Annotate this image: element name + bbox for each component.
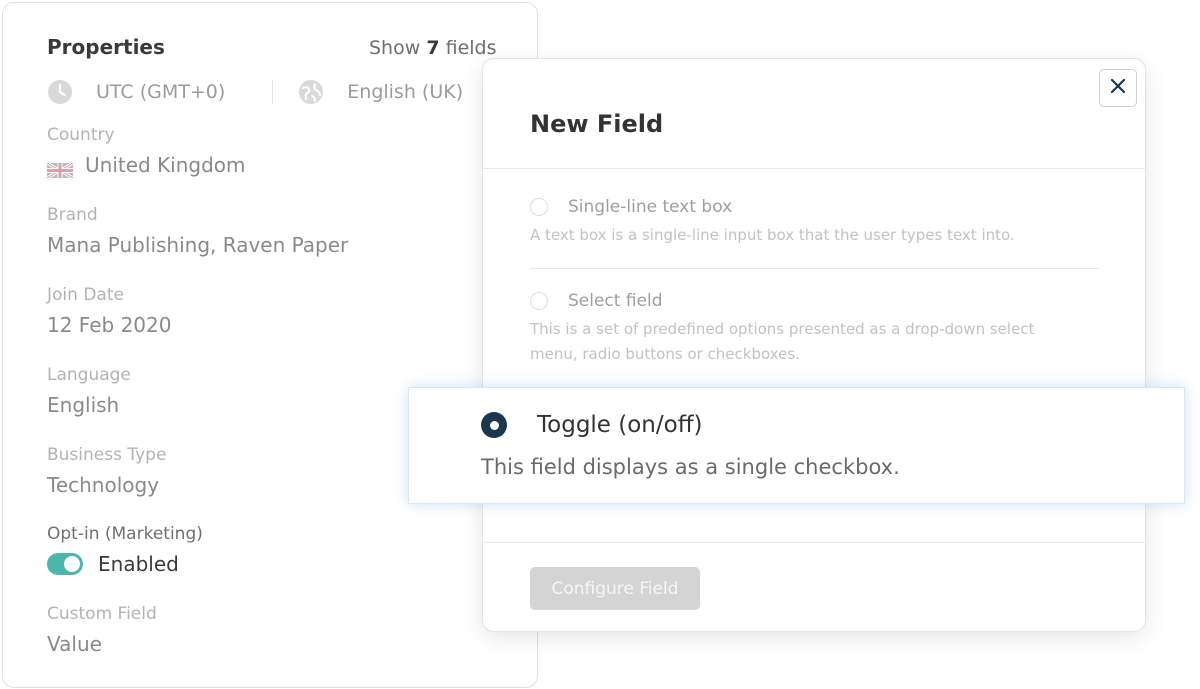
toggle-knob <box>64 556 80 572</box>
show-fields-suffix: fields <box>445 37 497 59</box>
timezone-label: UTC (GMT+0) <box>96 81 226 103</box>
property-custom-field: Custom Field Value <box>47 603 157 657</box>
property-opt-in: Opt-in (Marketing) Enabled <box>47 523 203 577</box>
property-label: Brand <box>47 205 98 225</box>
property-join-date: Join Date 12 Feb 2020 <box>47 284 171 338</box>
option-head: Toggle (on/off) <box>481 412 703 438</box>
property-value: English <box>47 393 120 417</box>
new-field-modal: New Field Single-line text box A text bo… <box>482 58 1146 632</box>
property-label: Opt-in (Marketing) <box>47 524 203 544</box>
property-country: Country United Kingdom <box>46 124 246 179</box>
option-head: Single-line text box <box>530 197 1100 217</box>
option-head: Select field <box>530 291 1100 311</box>
clock-icon <box>47 79 73 105</box>
option-description: This is a set of predefined options pres… <box>530 317 1100 367</box>
locale: English (UK) <box>298 79 463 105</box>
property-value-row: United Kingdom <box>46 152 246 179</box>
property-value-row: Enabled <box>47 551 203 577</box>
option-label: Single-line text box <box>568 197 733 217</box>
option-description-line: This is a set of predefined options pres… <box>530 320 1035 338</box>
configure-field-button[interactable]: Configure Field <box>530 567 700 610</box>
radio-button[interactable] <box>530 198 548 216</box>
option-description-line: menu, radio buttons or checkboxes. <box>530 345 800 363</box>
uk-flag-icon <box>46 158 74 179</box>
option-description: A text box is a single-line input box th… <box>530 226 1015 244</box>
properties-title: Properties <box>47 35 165 59</box>
opt-in-toggle[interactable] <box>47 553 83 575</box>
radio-dot <box>489 420 499 430</box>
modal-title: New Field <box>530 110 664 138</box>
radio-selected-icon[interactable] <box>481 412 507 438</box>
property-label: Join Date <box>47 285 124 305</box>
option-single-line-text[interactable]: Single-line text box A text box is a sin… <box>530 197 1100 248</box>
property-label: Custom Field <box>47 604 157 624</box>
property-label: Business Type <box>47 445 167 465</box>
property-value: United Kingdom <box>85 153 246 177</box>
option-label: Toggle (on/off) <box>537 412 703 438</box>
property-value: Value <box>47 632 102 656</box>
modal-footer-divider <box>483 542 1145 543</box>
property-value: Technology <box>47 473 160 497</box>
timezone: UTC (GMT+0) <box>47 79 225 105</box>
property-label: Language <box>47 365 131 385</box>
close-button[interactable] <box>1099 69 1137 107</box>
option-label: Select field <box>568 291 663 311</box>
show-fields-count: 7 <box>426 37 440 59</box>
locale-label: English (UK) <box>347 81 464 103</box>
globe-icon <box>298 79 324 105</box>
option-divider <box>530 268 1099 269</box>
modal-header-divider <box>483 168 1145 169</box>
option-description: This field displays as a single checkbox… <box>481 455 900 479</box>
property-value: 12 Feb 2020 <box>47 313 172 337</box>
property-label: Country <box>47 125 115 145</box>
property-language: Language English <box>47 364 131 418</box>
show-fields-link[interactable]: Show 7 fields <box>369 37 497 59</box>
option-toggle-selected[interactable]: Toggle (on/off) This field displays as a… <box>408 387 1185 504</box>
meta-row: UTC (GMT+0) English (UK) <box>47 77 463 107</box>
show-fields-prefix: Show <box>369 37 421 59</box>
property-brand: Brand Mana Publishing, Raven Paper <box>47 204 348 258</box>
meta-divider <box>272 80 274 104</box>
property-value: Enabled <box>98 552 179 576</box>
radio-button[interactable] <box>530 292 548 310</box>
close-icon <box>1110 78 1126 98</box>
properties-panel: Properties Show 7 fields UTC (GMT+0) Eng… <box>2 2 538 688</box>
property-value: Mana Publishing, Raven Paper <box>47 233 349 257</box>
option-select-field[interactable]: Select field This is a set of predefined… <box>530 291 1100 367</box>
property-business-type: Business Type Technology <box>47 444 166 498</box>
